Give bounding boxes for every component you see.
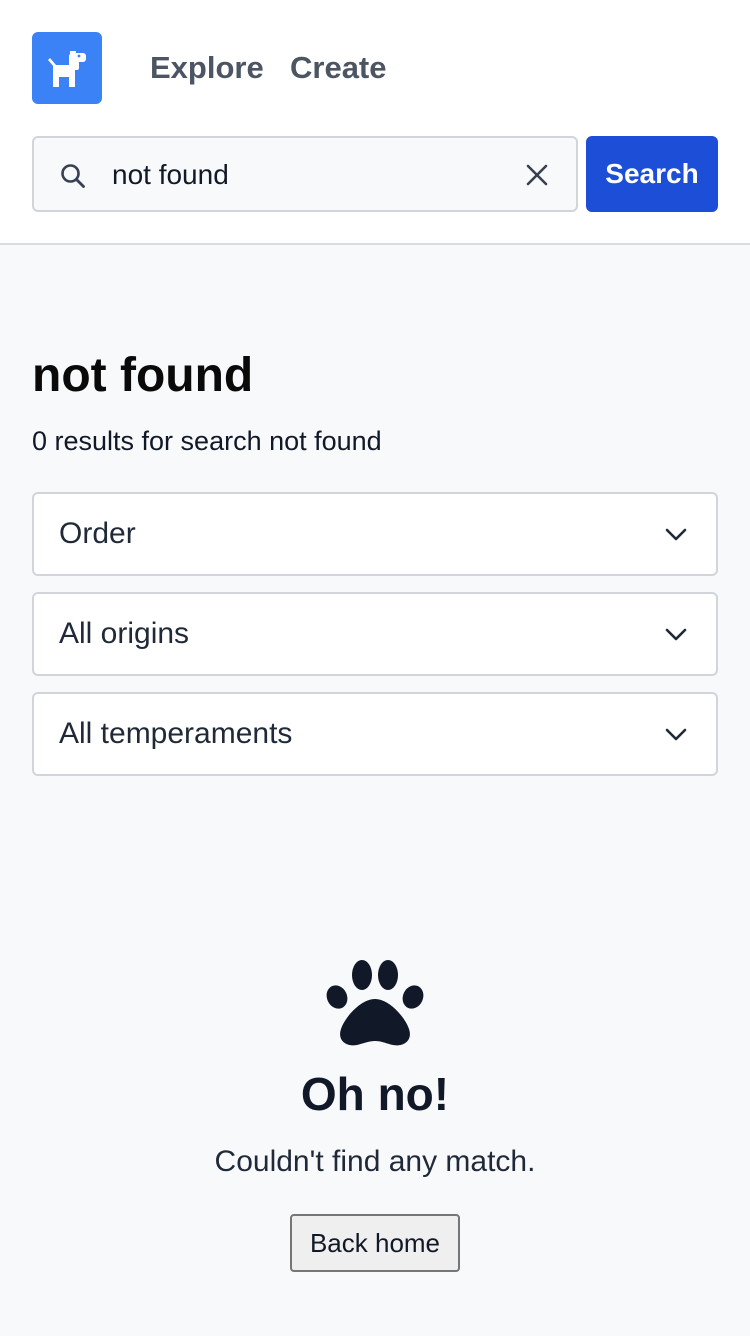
order-select-label: Order: [59, 517, 136, 550]
page-title: not found: [32, 349, 254, 402]
results-summary: 0 results for search not found: [32, 426, 382, 456]
empty-state-title: Oh no!: [300, 1068, 450, 1120]
search-box: [32, 136, 578, 212]
paw-icon: [326, 960, 424, 1046]
close-icon[interactable]: [524, 162, 550, 188]
chevron-down-icon: [665, 628, 687, 641]
order-select[interactable]: Order: [32, 492, 718, 576]
temperaments-select[interactable]: All temperaments: [32, 692, 718, 776]
dog-icon: [48, 51, 86, 87]
empty-state-message: Couldn't find any match.: [214, 1145, 536, 1178]
chevron-down-icon: [665, 728, 687, 741]
origins-select[interactable]: All origins: [32, 592, 718, 676]
origins-select-label: All origins: [59, 617, 190, 650]
nav-explore-link[interactable]: Explore: [150, 50, 264, 86]
temperaments-select-label: All temperaments: [59, 717, 293, 750]
nav-create-link[interactable]: Create: [290, 50, 387, 86]
header: Explore Create Search: [0, 0, 750, 245]
empty-state: Oh no! Couldn't find any match. Back hom…: [0, 955, 750, 1272]
search-button[interactable]: Search: [586, 136, 718, 212]
search-input[interactable]: [112, 152, 512, 198]
logo[interactable]: [32, 32, 102, 104]
back-home-button[interactable]: Back home: [290, 1214, 460, 1272]
chevron-down-icon: [665, 528, 687, 541]
search-icon: [61, 164, 85, 188]
